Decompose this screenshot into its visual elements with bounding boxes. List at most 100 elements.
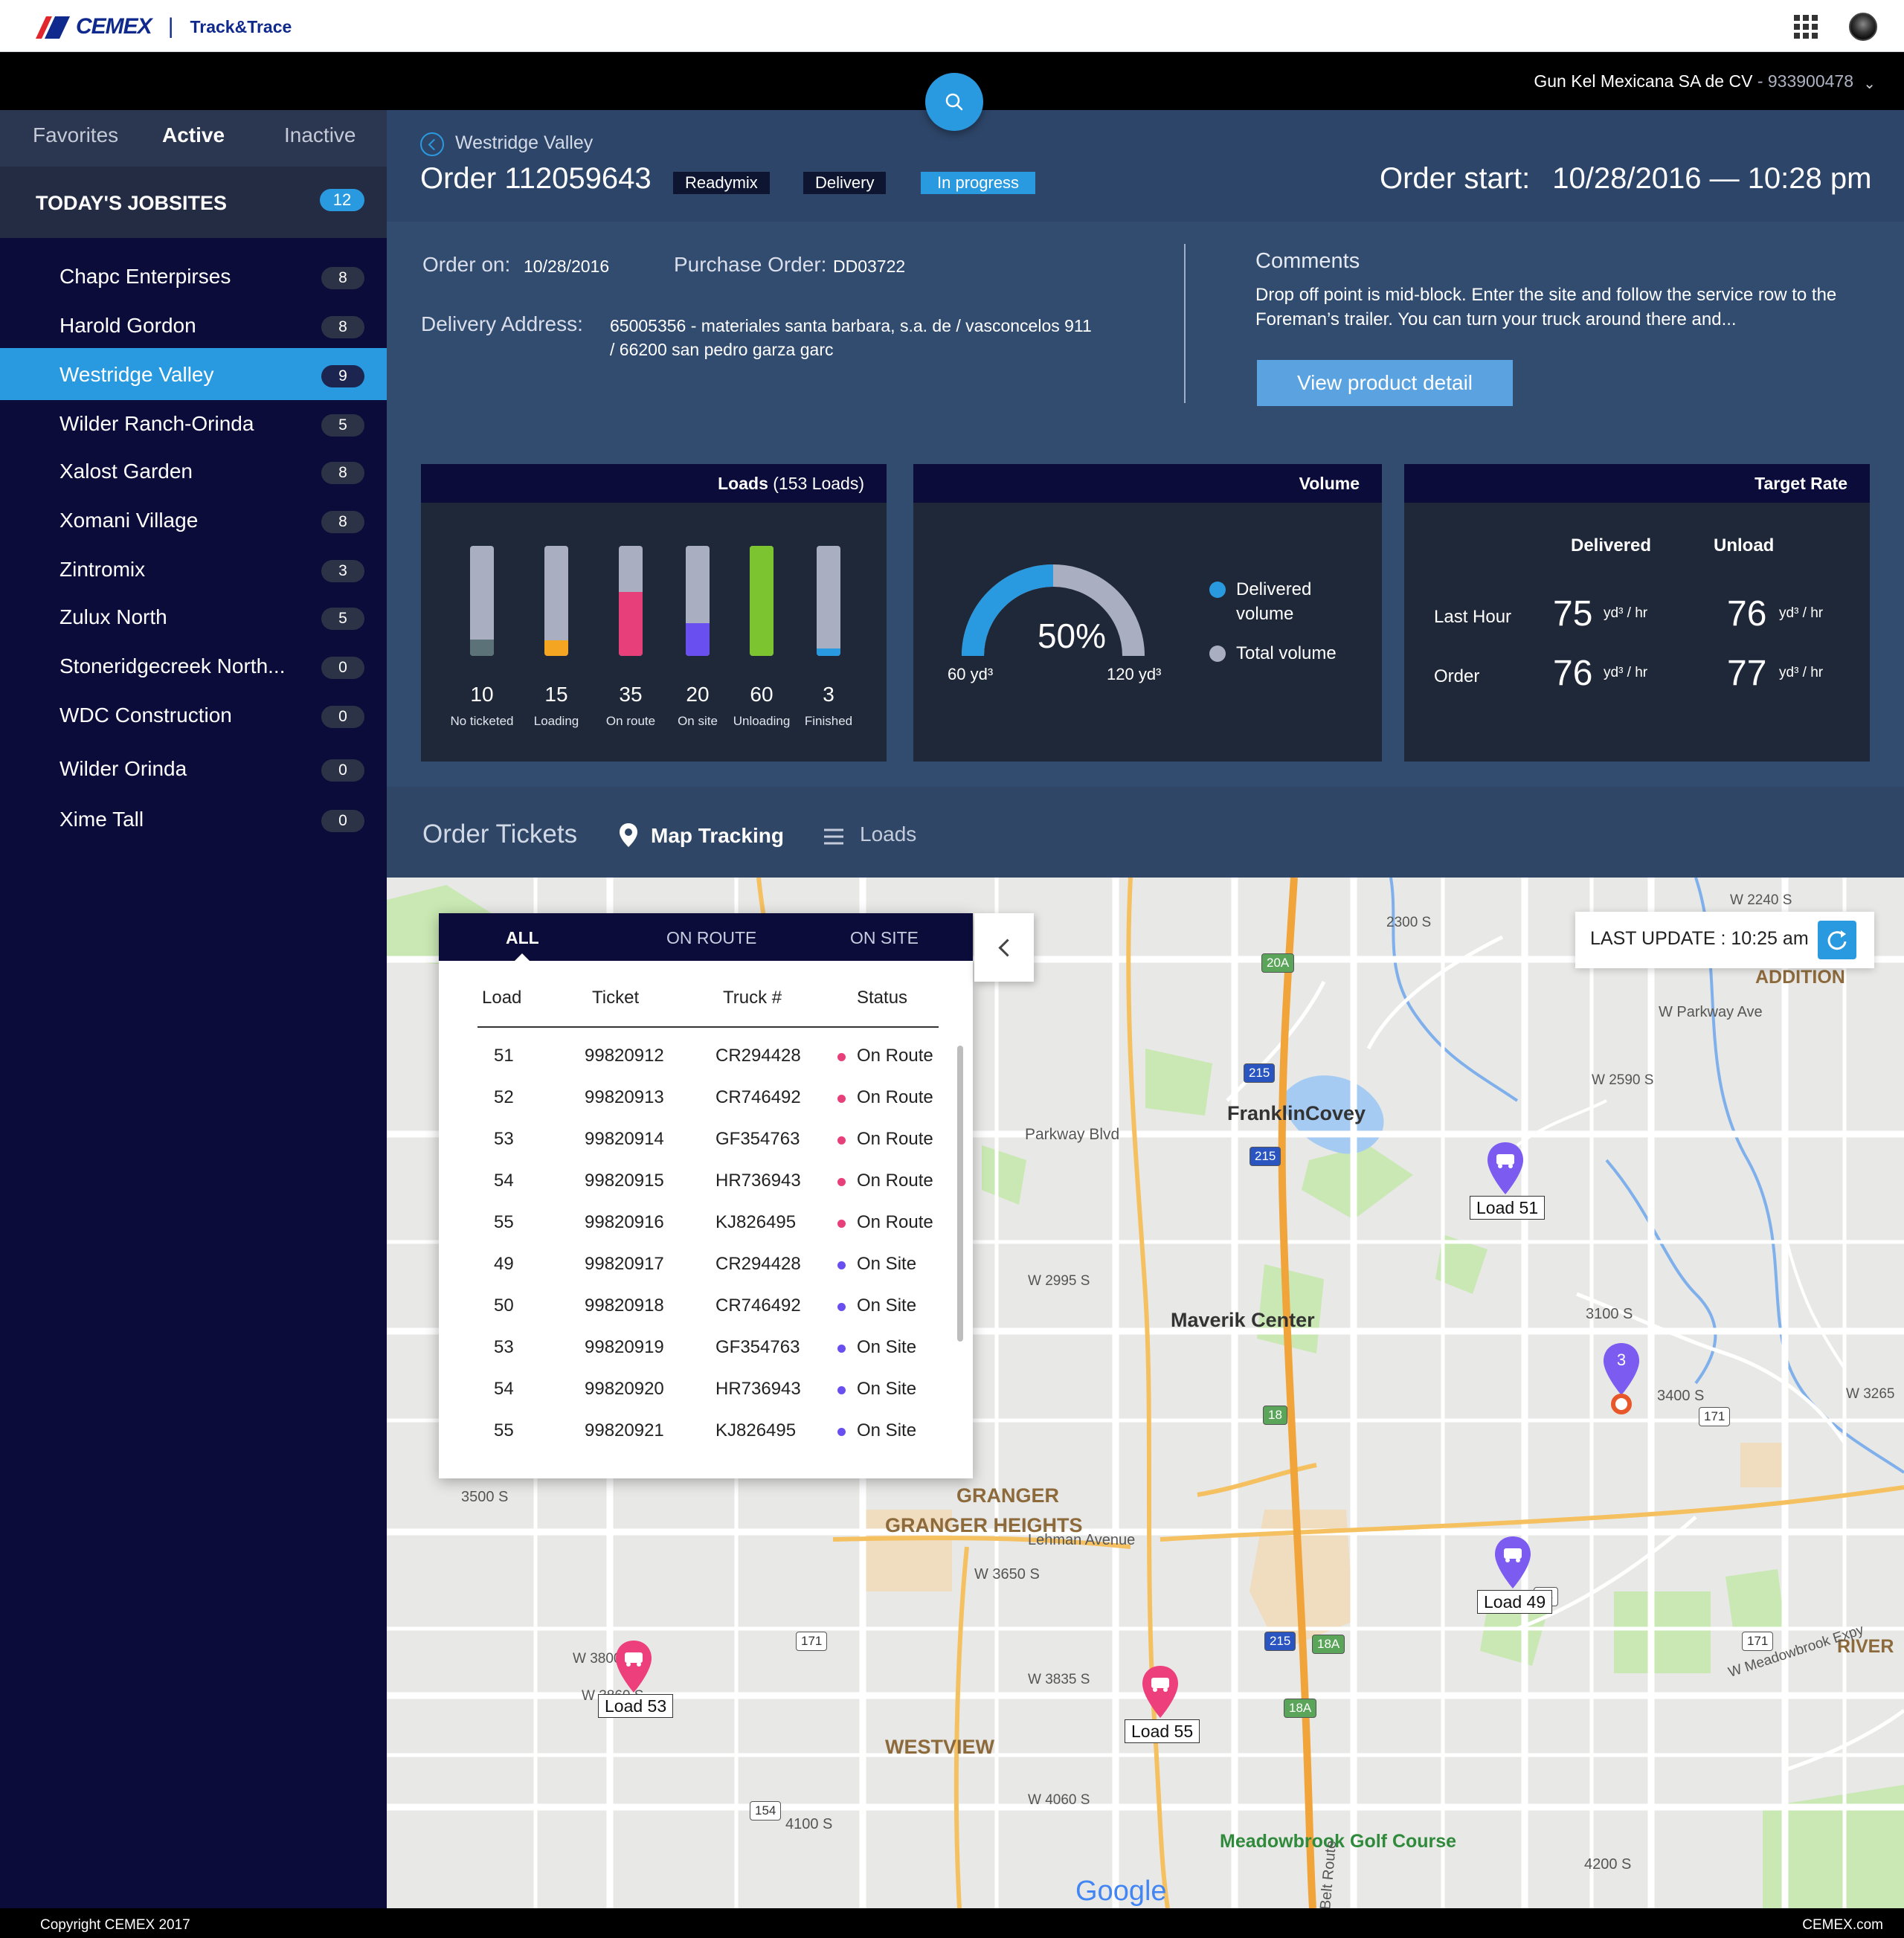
- ticket-ticket: 99820917: [585, 1254, 664, 1274]
- cemex-logo[interactable]: CEMEX | Track&Trace: [33, 10, 292, 43]
- jobsite-name: Xalost Garden: [60, 460, 193, 483]
- order-start-value: 10/28/2016 — 10:28 pm: [1552, 162, 1872, 195]
- tab-loads[interactable]: Loads: [860, 822, 916, 846]
- footer: [0, 1908, 1904, 1938]
- sidebar-item-jobsite[interactable]: Westridge Valley 9: [0, 348, 387, 400]
- status-dot: [837, 1095, 846, 1103]
- copyright: Copyright CEMEX 2017: [40, 1917, 190, 1933]
- road-shield: 20A: [1261, 953, 1295, 973]
- ticket-ticket: 99820921: [585, 1420, 664, 1440]
- cemex-link[interactable]: CEMEX.com: [1802, 1917, 1883, 1934]
- truck-pin-icon[interactable]: [613, 1639, 654, 1696]
- ticket-truck: CR294428: [715, 1046, 801, 1066]
- truck-pin-icon[interactable]: [1485, 1141, 1526, 1197]
- jobsite-count-badge: 8: [321, 267, 364, 289]
- target-rate-unit: yd³ / hr: [1779, 665, 1824, 680]
- sidebar-item-jobsite[interactable]: Stoneridgecreek North... 0: [0, 640, 387, 692]
- chevron-down-icon[interactable]: ⌄: [1863, 74, 1876, 93]
- jobsite-name: Xime Tall: [60, 808, 144, 831]
- tab-map-tracking[interactable]: Map Tracking: [651, 824, 784, 848]
- collapse-panel-button[interactable]: [974, 913, 1034, 982]
- top-bar: CEMEX | Track&Trace: [0, 0, 1904, 52]
- tab-favorites[interactable]: Favorites: [33, 123, 118, 147]
- jobsite-count-badge: 0: [321, 759, 364, 782]
- ticket-ticket: 99820913: [585, 1087, 664, 1107]
- table-header-status: Status: [857, 988, 908, 1008]
- status-dot: [837, 1386, 846, 1394]
- load-bar: [470, 546, 494, 656]
- panel-tab-on-site[interactable]: ON SITE: [850, 928, 919, 948]
- delivery-address-label: Delivery Address:: [421, 312, 583, 335]
- load-bar-fill: [750, 546, 774, 656]
- load-bar: [686, 546, 710, 656]
- sidebar-item-jobsite[interactable]: Xomani Village 8: [0, 494, 387, 546]
- truck-pin-icon[interactable]: [1492, 1535, 1534, 1591]
- sidebar-item-jobsite[interactable]: Chapc Enterpirses 8: [0, 250, 387, 302]
- tag-readymix: Readymix: [673, 172, 770, 194]
- tab-inactive[interactable]: Inactive: [284, 123, 356, 147]
- road-shield: 215: [1250, 1147, 1281, 1166]
- sidebar-item-jobsite[interactable]: Xime Tall 0: [0, 793, 387, 845]
- todays-jobsites-count: 12: [320, 189, 364, 211]
- target-rate-unit: yd³ / hr: [1604, 605, 1648, 621]
- ticket-truck: CR294428: [715, 1254, 801, 1274]
- panel-tab-all[interactable]: ALL: [506, 928, 539, 948]
- ticket-ticket: 99820915: [585, 1171, 664, 1191]
- scrollbar[interactable]: [957, 1046, 963, 1342]
- loads-card: Loads (153 Loads) 10 No ticketed 15 Loading…: [421, 464, 887, 762]
- breadcrumb[interactable]: Westridge Valley: [455, 132, 593, 154]
- target-rate-unit: yd³ / hr: [1779, 605, 1824, 621]
- truck-pin-label[interactable]: Load 51: [1470, 1196, 1546, 1220]
- sidebar-item-jobsite[interactable]: Wilder Orinda 0: [0, 742, 387, 794]
- ticket-status: On Site: [857, 1379, 917, 1399]
- truck-pin-icon[interactable]: [1139, 1664, 1181, 1721]
- comments-text: Drop off point is mid-block. Enter the s…: [1255, 285, 1837, 329]
- refresh-button[interactable]: [1818, 921, 1856, 959]
- delivery-address-line1: 65005356 - materiales santa barbara, s.a…: [610, 316, 1092, 335]
- ticket-ticket: 99820916: [585, 1212, 664, 1232]
- table-header-truck: Truck #: [723, 988, 782, 1008]
- account-selector[interactable]: Gun Kel Mexicana SA de CV - 933900478: [1534, 71, 1853, 91]
- ticket-truck: CR746492: [715, 1295, 801, 1316]
- back-icon[interactable]: [420, 132, 444, 156]
- target-rate-value: 76: [1727, 594, 1767, 634]
- search-button[interactable]: [925, 73, 983, 131]
- map-label: Lehman Avenue: [1028, 1532, 1136, 1548]
- load-bar: [544, 546, 568, 656]
- view-product-detail-button[interactable]: View product detail: [1257, 360, 1513, 406]
- tab-active[interactable]: Active: [162, 123, 225, 147]
- user-avatar[interactable]: [1849, 13, 1877, 41]
- map-label: 4200 S: [1584, 1856, 1632, 1873]
- sidebar-item-jobsite[interactable]: Xalost Garden 8: [0, 445, 387, 497]
- sidebar-item-jobsite[interactable]: Zulux North 5: [0, 590, 387, 643]
- jobsite-name: Chapc Enterpirses: [60, 265, 231, 288]
- road-shield: 154: [750, 1801, 782, 1821]
- sidebar-item-jobsite[interactable]: WDC Construction 0: [0, 689, 387, 741]
- sidebar-item-jobsite[interactable]: Harold Gordon 8: [0, 299, 387, 351]
- truck-pin-label[interactable]: Load 49: [1477, 1590, 1553, 1614]
- apps-grid-icon[interactable]: [1794, 15, 1818, 39]
- ticket-load: 54: [494, 1171, 514, 1191]
- truck-pin-label[interactable]: Load 55: [1125, 1719, 1200, 1743]
- jobsite-name: Zulux North: [60, 605, 167, 628]
- load-count: 20: [686, 683, 710, 706]
- order-title: Order 112059643: [420, 162, 652, 195]
- comments-title: Comments: [1255, 249, 1360, 273]
- divider: [1184, 244, 1186, 403]
- ticket-status: On Route: [857, 1087, 933, 1107]
- cluster-count: 3: [1616, 1351, 1627, 1369]
- ticket-status: On Route: [857, 1129, 933, 1149]
- road-shield: 171: [1699, 1407, 1731, 1426]
- map-label: 2300 S: [1386, 915, 1432, 930]
- sidebar-item-jobsite[interactable]: Zintromix 3: [0, 543, 387, 595]
- map-label: W 2590 S: [1592, 1072, 1654, 1088]
- panel-tab-on-route[interactable]: ON ROUTE: [666, 928, 756, 948]
- truck-pin-label[interactable]: Load 53: [598, 1694, 674, 1718]
- tab-order-tickets[interactable]: Order Tickets: [422, 820, 577, 849]
- last-update-box: LAST UPDATE : 10:25 am: [1575, 912, 1874, 968]
- ticket-load: 50: [494, 1295, 514, 1316]
- load-bar-fill: [686, 622, 710, 656]
- ticket-status: On Route: [857, 1171, 933, 1191]
- sidebar-item-jobsite[interactable]: Wilder Ranch-Orinda 5: [0, 397, 387, 449]
- target-rate-value: 77: [1727, 654, 1767, 693]
